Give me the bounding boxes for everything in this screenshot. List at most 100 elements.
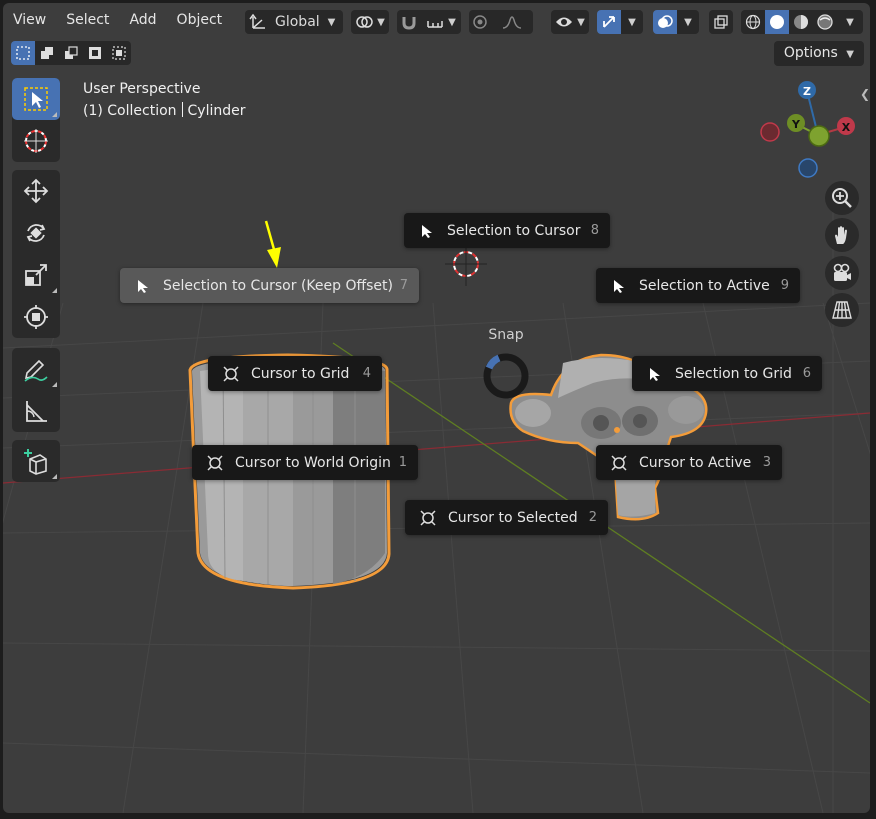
camera-view-button[interactable] bbox=[825, 256, 859, 290]
pie-item-cursor-to-active[interactable]: Cursor to Active 3 bbox=[596, 445, 782, 480]
pivot-point-dropdown[interactable]: ▼ bbox=[351, 10, 389, 34]
gizmo-neg-z-icon[interactable] bbox=[798, 158, 818, 178]
tool-rotate[interactable] bbox=[12, 212, 60, 254]
shading-wireframe-button[interactable] bbox=[741, 10, 765, 34]
chevron-down-icon: ▼ bbox=[846, 16, 854, 28]
select-invert-icon bbox=[89, 47, 101, 59]
selection-mode-group bbox=[11, 41, 131, 67]
tool-select-box[interactable] bbox=[12, 78, 60, 120]
menu-object[interactable]: Object bbox=[167, 7, 233, 33]
tool-group-transform bbox=[12, 170, 60, 338]
perspective-label: User Perspective bbox=[83, 81, 201, 97]
chevron-down-icon: ▼ bbox=[327, 16, 336, 28]
shading-dropdown[interactable]: ▼ bbox=[837, 10, 863, 34]
gizmo-dropdown[interactable]: ▼ bbox=[621, 10, 643, 34]
gizmo-toggle[interactable] bbox=[597, 10, 621, 34]
proportional-editing-toggle[interactable] bbox=[469, 10, 491, 34]
snap-toggle[interactable] bbox=[397, 10, 421, 34]
pie-item-selection-to-cursor-keep-offset[interactable]: Selection to Cursor (Keep Offset) 7 bbox=[120, 268, 419, 303]
viewport-scene[interactable]: Z Y X bbox=[3, 3, 870, 813]
perspective-grid-icon bbox=[832, 301, 852, 319]
eye-icon bbox=[556, 17, 573, 27]
orientation-axes-icon bbox=[249, 13, 265, 29]
gizmo-y-label: Y bbox=[791, 118, 801, 131]
menu-select[interactable]: Select bbox=[56, 7, 119, 33]
select-new-icon bbox=[16, 46, 30, 60]
collection-label: (1) Collection bbox=[83, 103, 177, 119]
pie-item-shortcut: 3 bbox=[762, 455, 771, 470]
camera-icon bbox=[833, 263, 851, 281]
select-extend-icon bbox=[41, 47, 53, 59]
tool-add-cube[interactable] bbox=[12, 440, 60, 482]
move-arrows-icon bbox=[23, 178, 49, 204]
overlays-icon bbox=[658, 15, 673, 28]
tool-move[interactable] bbox=[12, 170, 60, 212]
xray-toggle[interactable] bbox=[709, 10, 733, 34]
shading-material-button[interactable] bbox=[789, 10, 813, 34]
gizmo-neg-y-icon[interactable] bbox=[808, 125, 830, 147]
pie-item-selection-to-grid[interactable]: Selection to Grid 6 bbox=[632, 356, 822, 391]
pan-button[interactable] bbox=[825, 218, 859, 252]
scale-icon bbox=[25, 264, 47, 286]
annotate-pencil-icon bbox=[24, 359, 48, 382]
3d-cursor-small-icon bbox=[205, 453, 225, 473]
divider bbox=[181, 102, 183, 117]
pie-item-shortcut: 8 bbox=[590, 223, 599, 238]
overlays-dropdown[interactable]: ▼ bbox=[677, 10, 699, 34]
tool-measure[interactable] bbox=[12, 390, 60, 432]
tool-group-add bbox=[12, 440, 60, 482]
select-mode-extend-button[interactable] bbox=[35, 41, 59, 65]
pie-item-cursor-to-world-origin[interactable]: Cursor to World Origin 1 bbox=[192, 445, 418, 480]
zoom-button[interactable] bbox=[825, 181, 859, 215]
pie-item-shortcut: 2 bbox=[588, 510, 597, 525]
tool-annotate[interactable] bbox=[12, 348, 60, 390]
3d-viewport[interactable]: Z Y X View Select Add Object Global ▼ ▼ … bbox=[3, 3, 870, 813]
pie-item-cursor-to-selected[interactable]: Cursor to Selected 2 bbox=[405, 500, 608, 535]
menu-add[interactable]: Add bbox=[119, 7, 166, 33]
pie-item-selection-to-cursor[interactable]: Selection to Cursor 8 bbox=[404, 213, 610, 248]
chevron-down-icon: ▼ bbox=[684, 16, 692, 28]
snap-target-dropdown[interactable]: ▼ bbox=[421, 10, 461, 34]
chevron-down-icon: ▼ bbox=[628, 16, 636, 28]
proportional-edit-icon bbox=[473, 15, 487, 29]
falloff-curve-icon bbox=[502, 16, 522, 29]
pie-item-label: Cursor to World Origin bbox=[235, 454, 391, 471]
pie-item-label: Selection to Grid bbox=[675, 365, 792, 382]
options-dropdown[interactable]: Options ▼ bbox=[773, 41, 864, 66]
select-mode-subtract-button[interactable] bbox=[59, 41, 83, 65]
select-box-icon bbox=[24, 87, 48, 111]
3d-cursor-icon[interactable] bbox=[445, 243, 487, 286]
gizmo-z-label: Z bbox=[803, 85, 811, 98]
pie-item-label: Selection to Cursor bbox=[447, 222, 581, 239]
cursor-arrow-icon bbox=[133, 276, 153, 296]
pie-item-cursor-to-grid[interactable]: Cursor to Grid 4 bbox=[208, 356, 382, 391]
gizmo-neg-x-icon[interactable] bbox=[760, 122, 780, 142]
perspective-toggle-button[interactable] bbox=[825, 293, 859, 327]
shading-solid-button[interactable] bbox=[765, 10, 789, 34]
pie-item-shortcut: 7 bbox=[399, 278, 408, 293]
selectability-visibility-dropdown[interactable]: ▼ bbox=[551, 10, 589, 34]
shading-rendered-button[interactable] bbox=[813, 10, 837, 34]
pie-item-shortcut: 9 bbox=[780, 278, 789, 293]
tool-scale[interactable] bbox=[12, 254, 60, 296]
tool-transform[interactable] bbox=[12, 296, 60, 338]
chevron-down-icon: ▼ bbox=[577, 16, 585, 28]
select-mode-intersect-button[interactable] bbox=[107, 41, 131, 65]
orientation-label: Global bbox=[275, 14, 320, 30]
transform-icon bbox=[24, 305, 48, 329]
select-mode-new-button[interactable] bbox=[11, 41, 35, 65]
sidebar-toggle-chevron-icon[interactable]: ❮ bbox=[860, 87, 870, 105]
tool-group-select bbox=[12, 78, 60, 162]
menu-view[interactable]: View bbox=[3, 7, 56, 33]
pie-item-selection-to-active[interactable]: Selection to Active 9 bbox=[596, 268, 800, 303]
select-mode-invert-button[interactable] bbox=[83, 41, 107, 65]
transform-orientation-dropdown[interactable]: Global ▼ bbox=[245, 10, 343, 34]
navigation-gizmo[interactable]: Z Y X bbox=[760, 81, 855, 178]
3d-cursor-small-icon bbox=[418, 508, 438, 528]
overlays-toggle[interactable] bbox=[653, 10, 677, 34]
3d-cursor-small-icon bbox=[609, 453, 629, 473]
pointer-arrow-annotation bbox=[264, 220, 281, 268]
tool-cursor[interactable] bbox=[12, 120, 60, 162]
proportional-falloff-dropdown[interactable] bbox=[491, 10, 533, 34]
chevron-down-icon: ▼ bbox=[377, 16, 385, 28]
